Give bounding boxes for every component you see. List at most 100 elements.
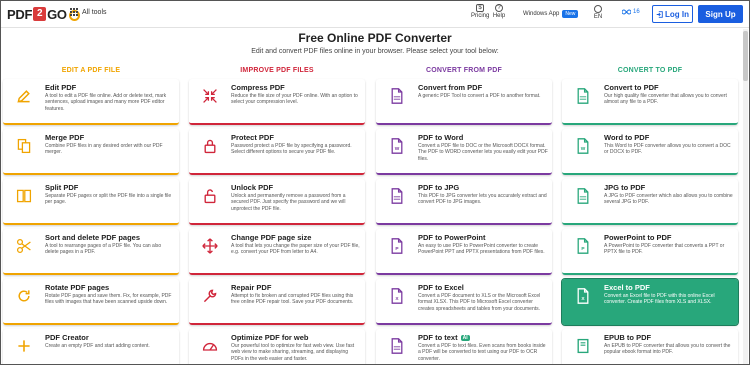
- tool-card-title: Merge PDF: [45, 133, 84, 142]
- tool-card[interactable]: X PDF to Excel Convert a PDF document to X…: [376, 279, 552, 325]
- tool-card-description: A generic PDF Tool to convert a PDF to a…: [418, 93, 541, 99]
- tool-card[interactable]: PDF Creator Create an empty PDF and start…: [3, 329, 179, 364]
- page-subtitle: Edit and convert PDF files online in you…: [251, 48, 499, 55]
- scrollbar-thumb[interactable]: [743, 31, 748, 81]
- pricing-link[interactable]: $ Pricing: [471, 4, 489, 19]
- unlock-icon: [201, 187, 219, 205]
- tool-card-description: Convert a PDF to text files. Even scans …: [418, 343, 546, 362]
- pencil-icon: [15, 87, 33, 105]
- tool-card[interactable]: Rotate PDF pages Rotate PDF pages and sav…: [3, 279, 179, 325]
- tool-card-description: Separate PDF pages or split the PDF file…: [45, 193, 172, 206]
- tool-card-title-text: Unlock PDF: [231, 183, 274, 192]
- signup-button[interactable]: Sign Up: [698, 5, 743, 23]
- help-link[interactable]: ? Help: [492, 4, 506, 19]
- excel-file-icon: X: [388, 287, 406, 305]
- tool-card[interactable]: P PDF to PowerPoint An easy to use PDF to …: [376, 229, 552, 275]
- windows-app-link[interactable]: Windows App New: [523, 10, 579, 18]
- tool-card-title-text: PDF to Word: [418, 133, 464, 142]
- tool-card-description: Password protect a PDF file by specifyin…: [231, 143, 352, 156]
- tool-card[interactable]: X Excel to PDF Convert an Excel file to PD…: [561, 278, 739, 326]
- tool-card-description: This PDF to JPG converter lets you accur…: [418, 193, 547, 206]
- tool-card-title: PowerPoint to PDF: [604, 233, 672, 242]
- tool-card[interactable]: Convert from PDF A generic PDF Tool to co…: [376, 79, 552, 125]
- tool-card[interactable]: Repair PDF Attempt to fix broken and corr…: [189, 279, 365, 325]
- tool-card-title: PDF to JPG: [418, 183, 459, 192]
- tool-card[interactable]: Compress PDF Reduce the file size of your…: [189, 79, 365, 125]
- page-frame: PDF 2 GO All tools $ Pricing ? Help Wind…: [0, 0, 750, 365]
- tool-card-title-text: PDF to Excel: [418, 283, 464, 292]
- image-file-icon: [388, 187, 406, 205]
- tool-card-description: A tool to edit a PDF file online. Add or…: [45, 93, 167, 112]
- language-selector[interactable]: EN: [591, 5, 605, 20]
- pricing-label: Pricing: [471, 13, 490, 19]
- word-file-icon: W: [388, 137, 406, 155]
- tool-card[interactable]: W PDF to Word Convert a PDF file to DOC or…: [376, 129, 552, 175]
- all-tools-menu[interactable]: All tools: [70, 8, 107, 16]
- tool-card-description: Unlock and permanently remove a password…: [231, 193, 346, 212]
- help-icon: ?: [495, 4, 503, 12]
- credits-indicator[interactable]: 16: [622, 9, 640, 15]
- all-tools-label: All tools: [82, 8, 107, 16]
- tool-card-title: PDF to text AI: [418, 333, 470, 342]
- login-button[interactable]: Log In: [652, 5, 693, 23]
- tool-card-description: A tool that lets you change the paper si…: [231, 243, 360, 256]
- tool-card-description: A JPG to PDF converter which also allows…: [604, 193, 733, 206]
- tool-card-description: This Word to PDF converter allows you to…: [604, 143, 731, 156]
- logo[interactable]: PDF 2 GO: [7, 6, 80, 22]
- file-icon: [388, 87, 406, 105]
- logo-two-badge: 2: [33, 7, 47, 21]
- tool-card-title-text: PDF to JPG: [418, 183, 460, 192]
- login-icon: [656, 10, 663, 18]
- tool-card[interactable]: Merge PDF Combine PDF files in any desire…: [3, 129, 179, 175]
- tool-card-title-text: Split PDF: [45, 183, 79, 192]
- tool-card-title: Convert to PDF: [604, 83, 659, 92]
- tool-card-description: An EPUB to PDF converter that allows you…: [604, 343, 731, 356]
- tool-card[interactable]: JPG to PDF A JPG to PDF converter which a…: [562, 179, 738, 225]
- credits-count: 16: [633, 9, 640, 15]
- tool-card[interactable]: P PowerPoint to PDF A PowerPoint to PDF co…: [562, 229, 738, 275]
- tool-card-title-text: Edit PDF: [45, 83, 77, 92]
- tool-card-title-text: EPUB to PDF: [604, 333, 652, 342]
- help-label: Help: [492, 13, 506, 19]
- tool-card-description: Convert a PDF document to XLS or the Mic…: [418, 293, 541, 312]
- tool-card[interactable]: Edit PDF A tool to edit a PDF file online…: [3, 79, 179, 125]
- tool-card-title-text: Convert to PDF: [604, 83, 659, 92]
- tool-card-title: Excel to PDF: [604, 283, 650, 292]
- tool-card-title-text: JPG to PDF: [604, 183, 646, 192]
- tool-card-title: Compress PDF: [231, 83, 285, 92]
- book-icon: [574, 337, 592, 355]
- tool-card[interactable]: Unlock PDF Unlock and permanently remove …: [189, 179, 365, 225]
- tool-card[interactable]: W Word to PDF This Word to PDF converter a…: [562, 129, 738, 175]
- text-file-icon: [388, 337, 406, 355]
- split-icon: [15, 187, 33, 205]
- column-heading: CONVERT FROM PDF: [426, 67, 502, 74]
- merge-icon: [15, 137, 33, 155]
- tool-card-description: Rotate PDF pages and save them. Fix, for…: [45, 293, 172, 306]
- tool-card-description: Convert an Excel file to PDF with this o…: [604, 293, 715, 306]
- tool-card[interactable]: Split PDF Separate PDF pages or split the…: [3, 179, 179, 225]
- tool-card[interactable]: PDF to JPG This PDF to JPG converter lets…: [376, 179, 552, 225]
- tool-card-description: A PowerPoint to PDF converter that conve…: [604, 243, 725, 256]
- tool-card[interactable]: Protect PDF Password protect a PDF file b…: [189, 129, 365, 175]
- move-icon: [201, 237, 219, 255]
- tool-card[interactable]: EPUB to PDF An EPUB to PDF converter that…: [562, 329, 738, 364]
- tool-card[interactable]: PDF to text AI Convert a PDF to text files…: [376, 329, 552, 364]
- logo-text-right: GO: [47, 6, 67, 22]
- page-title: Free Online PDF Converter: [298, 31, 452, 45]
- ppt-file-icon: P: [388, 237, 406, 255]
- tool-card-title: Change PDF page size: [231, 233, 311, 242]
- tool-card-description: A tool to rearrange pages of a PDF file.…: [45, 243, 162, 256]
- tool-card-title-text: Merge PDF: [45, 133, 85, 142]
- tool-card[interactable]: Optimize PDF for web Our powerful tool to…: [189, 329, 365, 364]
- svg-text:P: P: [395, 246, 399, 252]
- tool-card-description: Our high quality file converter that all…: [604, 93, 727, 106]
- tool-card-title-text: PowerPoint to PDF: [604, 233, 672, 242]
- grid-icon: [70, 8, 78, 16]
- tool-card-title: JPG to PDF: [604, 183, 645, 192]
- tool-card[interactable]: Convert to PDF Our high quality file conv…: [562, 79, 738, 125]
- plus-icon: [15, 337, 33, 355]
- tool-card-description: Reduce the file size of your PDF online.…: [231, 93, 358, 106]
- tool-card[interactable]: Sort and delete PDF pages A tool to rearr…: [3, 229, 179, 275]
- tool-card[interactable]: Change PDF page size A tool that lets you…: [189, 229, 365, 275]
- tool-card-title: Unlock PDF: [231, 183, 273, 192]
